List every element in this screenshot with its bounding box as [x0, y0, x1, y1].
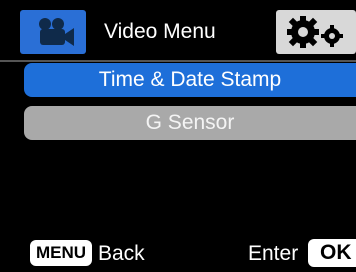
footer-bar: MENU Back Enter OK: [0, 236, 356, 272]
ok-key-badge[interactable]: OK: [308, 239, 356, 267]
gears-icon: [287, 16, 343, 48]
menu-item-time-date-stamp[interactable]: Time & Date Stamp: [24, 63, 356, 97]
menu-header: Video Menu: [0, 0, 356, 62]
header-divider: [0, 60, 356, 62]
video-camera-icon: [39, 18, 74, 46]
menu-item-g-sensor[interactable]: G Sensor: [24, 106, 356, 140]
enter-label: Enter: [248, 242, 299, 265]
back-label: Back: [98, 242, 145, 265]
video-menu-tab[interactable]: [20, 10, 86, 54]
dashcam-menu-screen: Video Menu Time & Date Stamp G Sensor ME…: [0, 0, 356, 272]
settings-menu-tab[interactable]: [276, 10, 356, 54]
page-title: Video Menu: [104, 20, 216, 43]
menu-key-badge[interactable]: MENU: [30, 240, 93, 266]
